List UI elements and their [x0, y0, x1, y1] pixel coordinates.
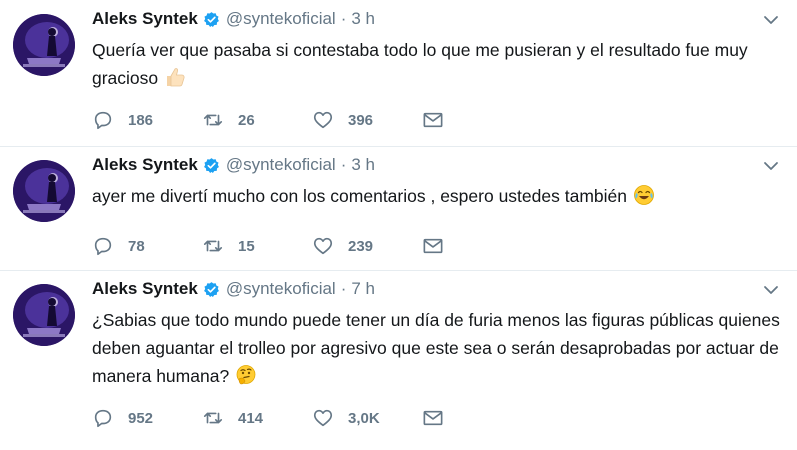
- author-name[interactable]: Aleks Syntek: [92, 279, 198, 299]
- envelope-icon: [423, 410, 443, 426]
- tweet-timeline: Aleks Syntek @syntekoficial · 3 h Quería…: [0, 0, 797, 450]
- retweet-icon: [203, 240, 223, 252]
- meta-separator: ·: [340, 155, 347, 174]
- direct-message-button[interactable]: [422, 408, 444, 428]
- retweet-button[interactable]: 15: [202, 235, 312, 257]
- tweet-text: ¿Sabias que todo mundo puede tener un dí…: [92, 306, 782, 394]
- reply-button[interactable]: 186: [92, 109, 202, 131]
- author-handle[interactable]: @syntekoficial: [226, 9, 336, 29]
- reply-button[interactable]: 78: [92, 235, 202, 257]
- tweet-timestamp[interactable]: 3 h: [351, 155, 375, 175]
- like-count: 396: [348, 111, 374, 129]
- direct-message-button[interactable]: [422, 110, 444, 130]
- author-handle[interactable]: @syntekoficial: [226, 155, 336, 175]
- reply-icon: [94, 111, 112, 130]
- tweet-text: Quería ver que pasaba si contestaba todo…: [92, 36, 782, 96]
- tweet-actions: 186 26 396: [92, 108, 444, 132]
- retweet-button[interactable]: 414: [202, 407, 312, 429]
- like-button[interactable]: 239: [312, 235, 422, 257]
- retweet-icon: [203, 114, 223, 126]
- tweet-text-content: ayer me divertí mucho con los comentario…: [92, 186, 627, 206]
- tweet-text-content: ¿Sabias que todo mundo puede tener un dí…: [92, 310, 780, 386]
- verified-badge-icon: [203, 157, 220, 174]
- verified-badge-icon: [203, 11, 220, 28]
- tweet-timestamp[interactable]: 3 h: [351, 9, 375, 29]
- direct-message-button[interactable]: [422, 236, 444, 256]
- like-button[interactable]: 3,0K: [312, 407, 422, 429]
- envelope-icon: [423, 238, 443, 254]
- chevron-down-icon[interactable]: [763, 158, 779, 174]
- tears-of-joy-emoji-icon: [633, 184, 655, 214]
- reply-icon: [94, 409, 112, 428]
- tweet[interactable]: Aleks Syntek @syntekoficial · 7 h ¿Sabia…: [0, 270, 797, 450]
- thinking-face-emoji-icon: [235, 364, 257, 394]
- heart-icon: [313, 237, 333, 255]
- verified-badge-icon: [203, 281, 220, 298]
- retweet-count: 26: [238, 111, 255, 129]
- tweet[interactable]: Aleks Syntek @syntekoficial · 3 h Quería…: [0, 0, 797, 146]
- like-count: 239: [348, 237, 374, 255]
- tweet-header: Aleks Syntek @syntekoficial · 7 h: [92, 278, 375, 300]
- meta-separator: ·: [340, 279, 347, 298]
- avatar[interactable]: [13, 284, 75, 346]
- author-handle[interactable]: @syntekoficial: [226, 279, 336, 299]
- heart-icon: [313, 409, 333, 427]
- envelope-icon: [423, 112, 443, 128]
- tweet-header: Aleks Syntek @syntekoficial · 3 h: [92, 154, 375, 176]
- reply-count: 78: [128, 237, 145, 255]
- tweet-text-content: Quería ver que pasaba si contestaba todo…: [92, 40, 748, 88]
- retweet-count: 15: [238, 237, 255, 255]
- chevron-down-icon[interactable]: [763, 12, 779, 28]
- tweet-timestamp[interactable]: 7 h: [351, 279, 375, 299]
- avatar[interactable]: [13, 14, 75, 76]
- tweet-actions: 78 15 239: [92, 234, 444, 258]
- tweet[interactable]: Aleks Syntek @syntekoficial · 3 h ayer m…: [0, 146, 797, 270]
- meta-separator: ·: [340, 9, 347, 28]
- tweet-actions: 952 414 3,0K: [92, 406, 444, 430]
- reply-count: 186: [128, 111, 154, 129]
- tweet-header: Aleks Syntek @syntekoficial · 3 h: [92, 8, 375, 30]
- reply-button[interactable]: 952: [92, 407, 202, 429]
- thumbs-up-emoji-icon: [164, 66, 186, 96]
- chevron-down-icon[interactable]: [763, 282, 779, 298]
- retweet-button[interactable]: 26: [202, 109, 312, 131]
- retweet-icon: [203, 412, 223, 424]
- heart-icon: [313, 111, 333, 129]
- tweet-text: ayer me divertí mucho con los comentario…: [92, 182, 782, 214]
- reply-count: 952: [128, 409, 154, 427]
- reply-icon: [94, 237, 112, 256]
- avatar[interactable]: [13, 160, 75, 222]
- retweet-count: 414: [238, 409, 264, 427]
- like-count: 3,0K: [348, 409, 380, 427]
- author-name[interactable]: Aleks Syntek: [92, 155, 198, 175]
- author-name[interactable]: Aleks Syntek: [92, 9, 198, 29]
- like-button[interactable]: 396: [312, 109, 422, 131]
